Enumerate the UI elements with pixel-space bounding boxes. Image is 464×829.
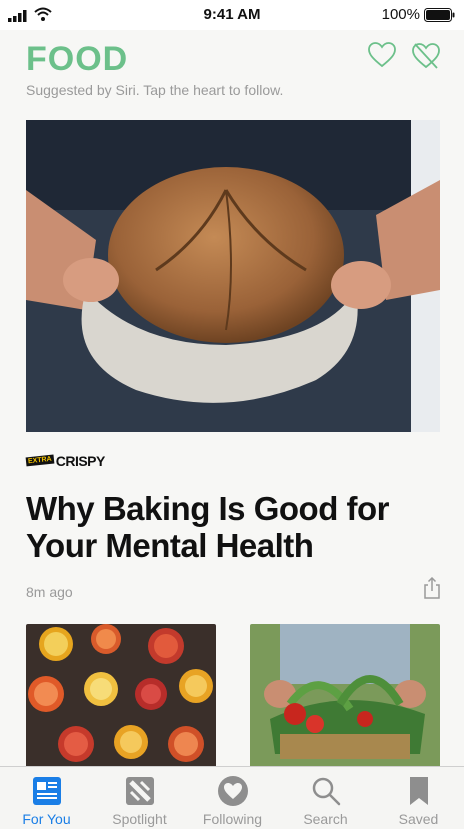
article-thumbnail-vegetables[interactable] xyxy=(250,624,440,774)
tab-label: For You xyxy=(22,811,71,827)
channel-header: FOOD Suggested by Siri. Tap the heart to… xyxy=(0,30,464,110)
battery-icon xyxy=(424,8,455,22)
publisher-logo[interactable]: EXTRA CRISPY xyxy=(25,452,106,474)
channel-subtitle: Suggested by Siri. Tap the heart to foll… xyxy=(26,82,284,98)
publisher-name: CRISPY xyxy=(55,452,106,469)
tab-search[interactable]: Search xyxy=(279,767,372,829)
article-timestamp: 8m ago xyxy=(26,584,73,600)
tab-following[interactable]: Following xyxy=(186,767,279,829)
spotlight-icon xyxy=(125,777,154,805)
news-icon xyxy=(32,777,61,805)
tab-label: Following xyxy=(202,811,263,827)
tab-label: Saved xyxy=(398,811,439,827)
vegetables-photo xyxy=(250,624,440,774)
citrus-photo xyxy=(26,624,216,774)
bread-photo xyxy=(26,120,440,432)
bookmark-icon xyxy=(409,777,428,805)
heart-slash-icon[interactable] xyxy=(412,42,440,70)
tab-label: Search xyxy=(303,811,348,827)
heart-outline-icon[interactable] xyxy=(368,42,396,68)
share-icon[interactable] xyxy=(423,577,441,599)
article-thumbnail-citrus[interactable] xyxy=(26,624,216,774)
publisher-tag: EXTRA xyxy=(25,454,55,467)
article-hero-image[interactable] xyxy=(26,120,440,432)
tab-bar: For You Spotlight Following Search Saved xyxy=(0,766,464,829)
tab-label: Spotlight xyxy=(112,811,167,827)
tab-saved[interactable]: Saved xyxy=(372,767,464,829)
tab-spotlight[interactable]: Spotlight xyxy=(93,767,186,829)
search-icon xyxy=(312,777,340,806)
channel-title: FOOD xyxy=(26,40,129,78)
article-headline[interactable]: Why Baking Is Good for Your Mental Healt… xyxy=(26,490,436,564)
tab-for-you[interactable]: For You xyxy=(0,767,93,829)
heart-icon xyxy=(217,776,248,806)
battery-percent: 100% xyxy=(381,6,420,23)
status-bar: 9:41 AM 100% xyxy=(0,0,464,30)
